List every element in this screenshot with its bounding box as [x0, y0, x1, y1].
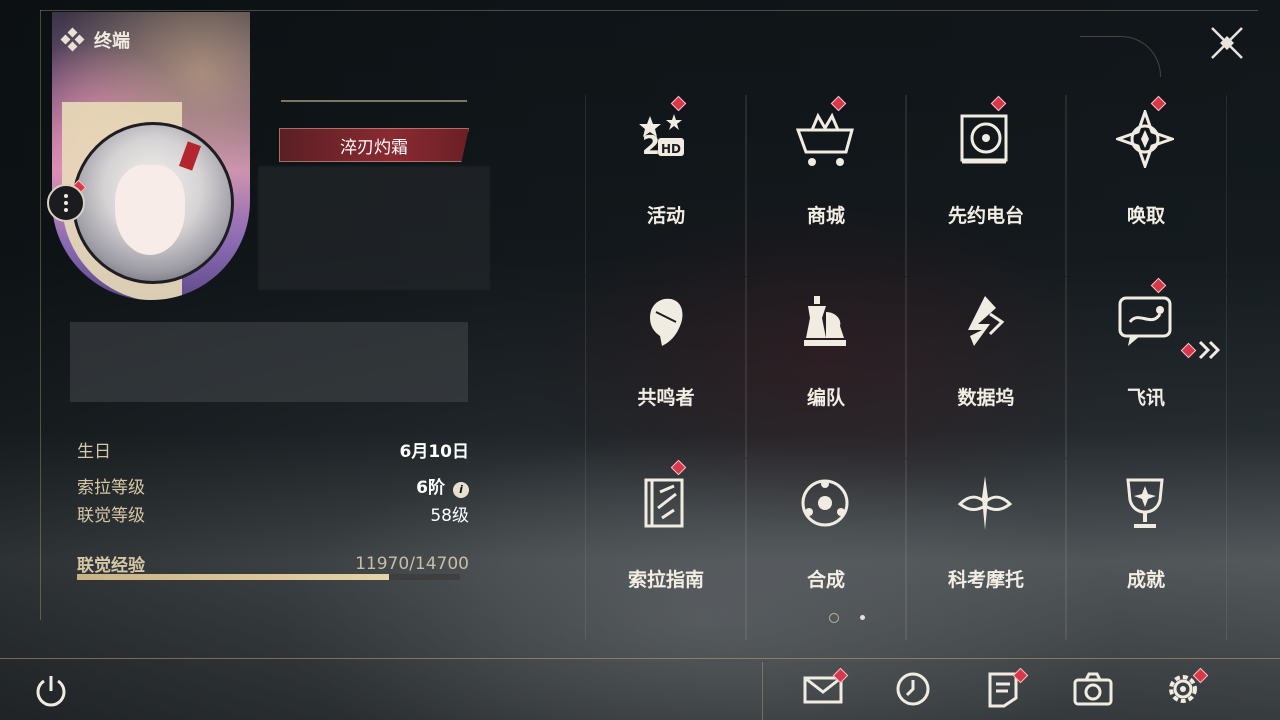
- trophy-icon: [1126, 478, 1164, 528]
- info-label: 生日: [77, 442, 111, 462]
- info-label: 联觉等级: [77, 506, 145, 526]
- page-title: 终端: [94, 31, 130, 52]
- menu-label: 成就: [1126, 569, 1165, 591]
- exp-progress-fill: [77, 574, 389, 580]
- menu-label: 数据坞: [957, 387, 1015, 409]
- info-value: 11970/14700: [355, 553, 469, 574]
- info-row-union-exp: 联觉经验 11970/14700: [77, 551, 469, 577]
- info-label: 联觉经验: [77, 556, 145, 576]
- menu-tile-activity[interactable]: 2 HD 活动: [585, 95, 747, 276]
- summon-compass-icon: [1116, 110, 1174, 168]
- power-icon[interactable]: [33, 673, 69, 709]
- left-frame-line: [40, 10, 41, 620]
- camera-icon: [1073, 672, 1113, 706]
- menu-tile-messages[interactable]: 飞讯: [1065, 277, 1227, 458]
- terminal-header: 终端: [60, 27, 130, 53]
- settings-button[interactable]: [1162, 667, 1209, 710]
- clock-icon: [896, 672, 930, 706]
- menu-tile-achievements[interactable]: 成就: [1065, 459, 1227, 640]
- menu-tile-motorcycle[interactable]: 科考摩托: [905, 459, 1067, 640]
- synthesis-icon: [801, 479, 849, 527]
- menu-label: 编队: [806, 387, 845, 409]
- menu-label: 飞讯: [1126, 387, 1165, 409]
- svg-text:HD: HD: [661, 142, 681, 156]
- menu-tile-guide[interactable]: 索拉指南: [585, 459, 747, 640]
- shop-cart-icon: [796, 112, 854, 166]
- motorcycle-icon: [957, 476, 1013, 530]
- info-icon[interactable]: i: [453, 481, 469, 498]
- info-row-union-level: 联觉等级 58级: [77, 501, 469, 526]
- menu-label: 科考摩托: [947, 569, 1024, 591]
- more-options-button[interactable]: [47, 184, 85, 222]
- menu-tile-synthesis[interactable]: 合成: [745, 459, 907, 640]
- info-label: 索拉等级: [77, 478, 145, 498]
- camera-button[interactable]: [1072, 668, 1114, 710]
- menu-tile-data-dock[interactable]: 数据坞: [905, 277, 1067, 458]
- guide-badge: [670, 459, 687, 476]
- terminal-diamond-icon: [60, 27, 85, 52]
- name-blur-panel: [258, 166, 490, 290]
- avatar[interactable]: [72, 122, 234, 284]
- guide-book-icon: [644, 478, 684, 528]
- messages-badge: [1150, 277, 1167, 294]
- radio-vinyl-icon: [960, 114, 1008, 164]
- menu-tile-shop[interactable]: 商城: [745, 95, 907, 276]
- title-tag[interactable]: 淬刃灼霜: [279, 128, 469, 162]
- mail-button[interactable]: [802, 667, 849, 710]
- exp-progress-bar: [77, 574, 460, 580]
- clock-button[interactable]: [892, 668, 934, 710]
- radio-badge: [990, 95, 1007, 112]
- menu-label: 商城: [806, 205, 845, 227]
- menu-label: 活动: [646, 205, 685, 227]
- next-page-badge: [1180, 342, 1197, 358]
- name-divider: [281, 100, 467, 102]
- signature-blur-panel: [70, 322, 468, 402]
- notes-button[interactable]: [982, 667, 1029, 710]
- avatar-face: [115, 165, 185, 255]
- menu-label: 索拉指南: [627, 569, 704, 591]
- menu-tile-radio[interactable]: 先约电台: [905, 95, 1067, 276]
- menu-label: 共鸣者: [637, 387, 695, 409]
- bottom-divider: [762, 662, 763, 720]
- info-value: 58级: [430, 506, 469, 526]
- close-icon[interactable]: [1208, 24, 1246, 62]
- page-indicator-1[interactable]: [829, 613, 839, 623]
- info-value: 6阶: [416, 478, 445, 498]
- double-chevron-right-icon: [1198, 340, 1221, 360]
- title-tag-label: 淬刃灼霜: [340, 137, 408, 158]
- page-indicator-2[interactable]: [860, 615, 865, 620]
- menu-grid: 2 HD 活动 商城 先约电台 唤取 共鸣者 编队 数据坞 飞讯 索拉指南 合成…: [585, 95, 1227, 640]
- activity-badge: [670, 95, 687, 112]
- top-frame-line: [40, 10, 1258, 11]
- summon-badge: [1150, 95, 1167, 112]
- menu-label: 合成: [806, 569, 845, 591]
- next-page-button[interactable]: [1180, 340, 1224, 360]
- data-dock-icon: [968, 296, 1005, 346]
- shop-badge: [830, 95, 847, 112]
- info-row-birthday: 生日 6月10日: [77, 437, 469, 462]
- message-chat-icon: [1118, 296, 1172, 346]
- team-chess-icon: [804, 296, 846, 346]
- avatar-bow: [178, 141, 202, 171]
- resonator-icon: [650, 298, 683, 346]
- menu-tile-summon[interactable]: 唤取: [1065, 95, 1227, 276]
- activity-2hd-icon: 2 HD: [639, 114, 684, 161]
- info-value: 6月10日: [399, 442, 470, 462]
- menu-label: 唤取: [1126, 205, 1165, 227]
- bottom-frame-line: [0, 658, 1280, 659]
- menu-tile-resonator[interactable]: 共鸣者: [585, 277, 747, 458]
- menu-tile-team[interactable]: 编队: [745, 277, 907, 458]
- info-row-sola-level: 索拉等级 6阶 i: [77, 473, 469, 498]
- menu-label: 先约电台: [947, 205, 1024, 227]
